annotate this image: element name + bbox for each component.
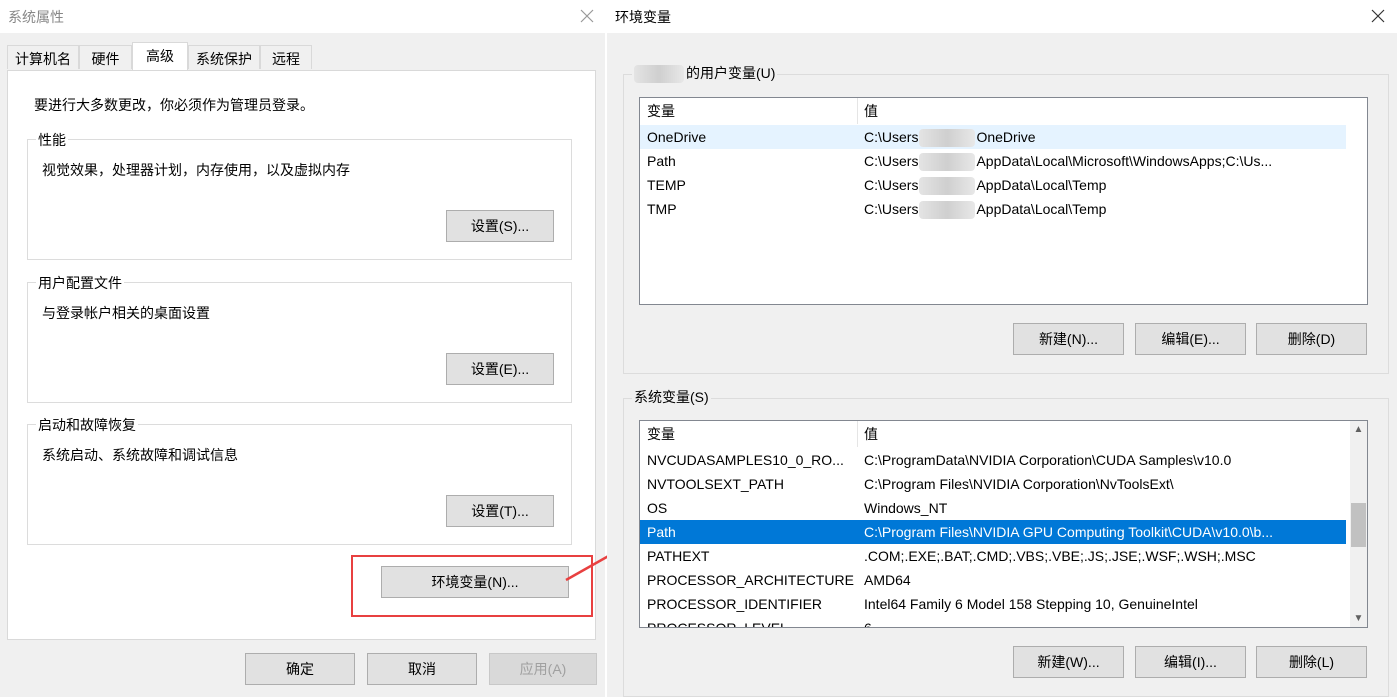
tab-hardware[interactable]: 硬件 xyxy=(79,45,132,69)
redacted-username xyxy=(919,177,976,196)
variable-value: C:\Users AppData\Local\Temp xyxy=(864,197,1106,221)
list-row[interactable]: TEMP C:\Users AppData\Local\Temp xyxy=(640,173,1346,197)
performance-settings-button[interactable]: 设置(S)... xyxy=(446,210,554,242)
list-row[interactable]: NVTOOLSEXT_PATH C:\Program Files\NVIDIA C… xyxy=(640,472,1346,496)
variable-name: TMP xyxy=(647,201,677,217)
close-icon xyxy=(1371,9,1385,23)
window-title: 系统属性 xyxy=(8,9,64,25)
system-variables-group: 系统变量(S) 变量 值 NVCUDASAMPLES10_0_RO... C:\P… xyxy=(623,387,1389,697)
user-profiles-group: 用户配置文件 与登录帐户相关的桌面设置 设置(E)... xyxy=(27,273,572,403)
variable-name: NVTOOLSEXT_PATH xyxy=(647,476,784,492)
header-value[interactable]: 值 xyxy=(864,98,878,124)
system-variables-label: 系统变量(S) xyxy=(632,387,711,407)
scrollbar-thumb[interactable] xyxy=(1351,503,1366,547)
list-row[interactable]: Path C:\Program Files\NVIDIA GPU Computin… xyxy=(640,520,1346,544)
list-row[interactable]: OneDrive C:\Users OneDrive xyxy=(640,125,1346,149)
column-divider[interactable] xyxy=(857,98,858,124)
variable-value: .COM;.EXE;.BAT;.CMD;.VBS;.VBE;.JS;.JSE;.… xyxy=(864,548,1256,564)
tab-advanced[interactable]: 高级 xyxy=(132,42,188,70)
tab-system-protection[interactable]: 系统保护 xyxy=(188,45,260,69)
variable-value: C:\Program Files\NVIDIA GPU Computing To… xyxy=(864,524,1273,540)
variable-value: C:\Program Files\NVIDIA Corporation\NvTo… xyxy=(864,476,1174,492)
title-bar: 环境变量 xyxy=(607,0,1397,33)
variable-value: C:\Users AppData\Local\Microsoft\WindowsA… xyxy=(864,149,1272,173)
system-variables-list[interactable]: 变量 值 NVCUDASAMPLES10_0_RO... C:\ProgramDa… xyxy=(639,420,1368,628)
user-profiles-description: 与登录帐户相关的桌面设置 xyxy=(42,305,210,321)
variable-value: AMD64 xyxy=(864,572,911,588)
list-row[interactable]: PATHEXT .COM;.EXE;.BAT;.CMD;.VBS;.VBE;.JS… xyxy=(640,544,1346,568)
vertical-scrollbar[interactable]: ▲ ▼ xyxy=(1350,421,1367,627)
user-profiles-settings-button[interactable]: 设置(E)... xyxy=(446,353,554,385)
redacted-username xyxy=(919,153,976,172)
admin-notice: 要进行大多数更改，你必须作为管理员登录。 xyxy=(34,97,314,113)
header-variable[interactable]: 变量 xyxy=(647,98,857,124)
header-value[interactable]: 值 xyxy=(864,421,878,447)
ok-button[interactable]: 确定 xyxy=(245,653,355,685)
variable-name: PROCESSOR_IDENTIFIER xyxy=(647,596,823,612)
title-bar: 系统属性 xyxy=(0,0,605,33)
scroll-up-icon[interactable]: ▲ xyxy=(1350,421,1367,438)
system-delete-button[interactable]: 删除(L) xyxy=(1256,646,1367,678)
performance-label: 性能 xyxy=(36,130,68,150)
scroll-down-icon[interactable]: ▼ xyxy=(1350,610,1367,627)
list-row[interactable]: PROCESSOR_LEVEL 6 xyxy=(640,616,1346,628)
variable-name: OneDrive xyxy=(647,129,707,145)
close-icon xyxy=(580,9,594,23)
column-divider[interactable] xyxy=(857,421,858,447)
redacted-username xyxy=(919,201,976,220)
user-variables-label: 的用户变量(U) xyxy=(632,63,778,84)
user-profiles-label: 用户配置文件 xyxy=(36,273,124,293)
close-button[interactable] xyxy=(574,4,600,28)
cancel-button[interactable]: 取消 xyxy=(367,653,477,685)
variable-value: Windows_NT xyxy=(864,500,948,516)
variable-value: C:\ProgramData\NVIDIA Corporation\CUDA S… xyxy=(864,452,1232,468)
tab-computer-name[interactable]: 计算机名 xyxy=(7,45,79,69)
list-row[interactable]: PROCESSOR_IDENTIFIER Intel64 Family 6 Mod… xyxy=(640,592,1346,616)
performance-group: 性能 视觉效果，处理器计划，内存使用，以及虚拟内存 设置(S)... xyxy=(27,130,572,260)
variable-name: TEMP xyxy=(647,177,686,193)
redacted-username xyxy=(634,65,684,84)
highlight-box xyxy=(351,555,593,617)
system-edit-button[interactable]: 编辑(I)... xyxy=(1135,646,1246,678)
startup-recovery-label: 启动和故障恢复 xyxy=(36,415,138,435)
list-row[interactable]: Path C:\Users AppData\Local\Microsoft\Wind… xyxy=(640,149,1346,173)
user-variables-group: 的用户变量(U) 变量 值 OneDrive C:\Users OneDrive Pa… xyxy=(623,63,1389,374)
variable-name: NVCUDASAMPLES10_0_RO... xyxy=(647,452,844,468)
variable-value: C:\Users OneDrive xyxy=(864,125,1036,149)
variable-name: PROCESSOR_ARCHITECTURE xyxy=(647,572,854,588)
list-row[interactable]: NVCUDASAMPLES10_0_RO... C:\ProgramData\NV… xyxy=(640,448,1346,472)
variable-name: Path xyxy=(647,524,676,540)
list-header: 变量 值 xyxy=(640,98,1346,124)
list-row[interactable]: OS Windows_NT xyxy=(640,496,1346,520)
user-variables-list[interactable]: 变量 值 OneDrive C:\Users OneDrive Path C:\User… xyxy=(639,97,1368,305)
performance-description: 视觉效果，处理器计划，内存使用，以及虚拟内存 xyxy=(42,162,350,178)
startup-recovery-group: 启动和故障恢复 系统启动、系统故障和调试信息 设置(T)... xyxy=(27,415,572,545)
variable-value: C:\Users AppData\Local\Temp xyxy=(864,173,1106,197)
user-new-button[interactable]: 新建(N)... xyxy=(1013,323,1124,355)
header-variable[interactable]: 变量 xyxy=(647,421,857,447)
variable-name: OS xyxy=(647,500,668,516)
window-title: 环境变量 xyxy=(615,9,671,25)
variable-value: Intel64 Family 6 Model 158 Stepping 10, … xyxy=(864,596,1198,612)
user-delete-button[interactable]: 删除(D) xyxy=(1256,323,1367,355)
list-row[interactable]: TMP C:\Users AppData\Local\Temp xyxy=(640,197,1346,221)
variable-name: Path xyxy=(647,153,676,169)
startup-recovery-description: 系统启动、系统故障和调试信息 xyxy=(42,447,238,463)
tab-remote[interactable]: 远程 xyxy=(260,45,312,69)
redacted-username xyxy=(919,129,976,148)
variable-value: 6 xyxy=(864,620,872,628)
list-row[interactable]: PROCESSOR_ARCHITECTURE AMD64 xyxy=(640,568,1346,592)
list-header: 变量 值 xyxy=(640,421,1346,447)
startup-recovery-settings-button[interactable]: 设置(T)... xyxy=(446,495,554,527)
variable-name: PATHEXT xyxy=(647,548,710,564)
user-edit-button[interactable]: 编辑(E)... xyxy=(1135,323,1246,355)
system-new-button[interactable]: 新建(W)... xyxy=(1013,646,1124,678)
variable-name: PROCESSOR_LEVEL xyxy=(647,620,788,628)
close-button[interactable] xyxy=(1365,4,1391,28)
apply-button[interactable]: 应用(A) xyxy=(489,653,597,685)
environment-variables-window: 环境变量 的用户变量(U) 变量 值 OneDrive C:\Users OneDr… xyxy=(607,0,1397,697)
